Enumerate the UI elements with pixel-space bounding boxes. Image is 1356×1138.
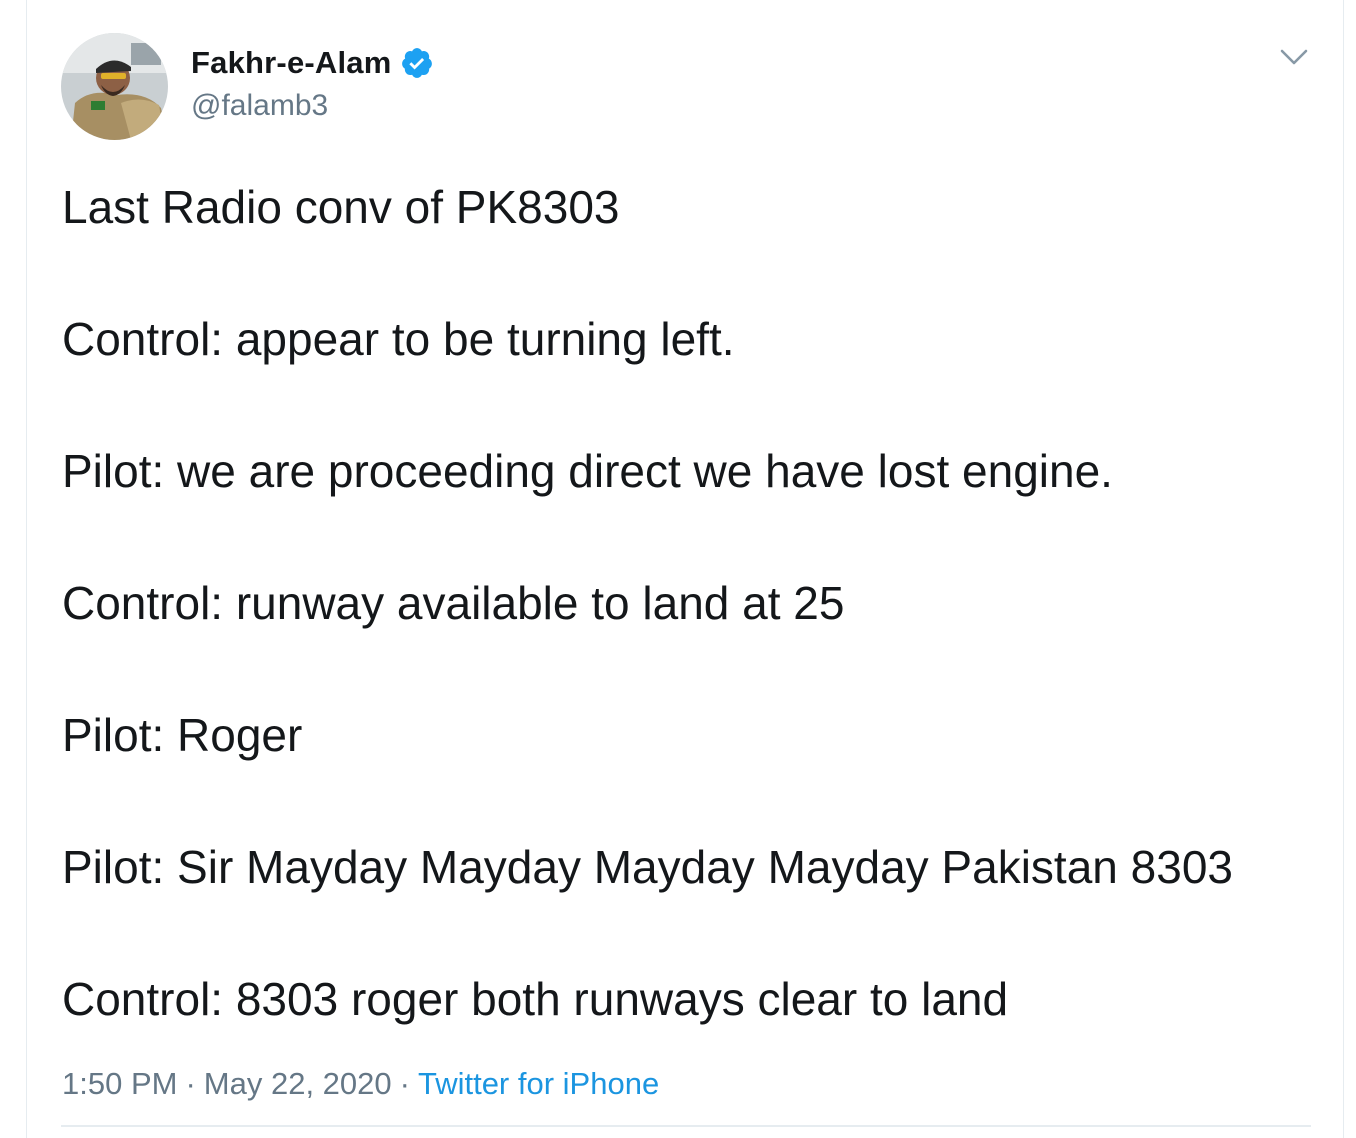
divider: [61, 1125, 1311, 1127]
tweet-line: Pilot: Sir Mayday Mayday Mayday Mayday P…: [62, 841, 1233, 893]
tweet-line: Control: appear to be turning left.: [62, 313, 735, 365]
author-display-name[interactable]: Fakhr-e-Alam: [191, 45, 392, 81]
tweet-line-title: Last Radio conv of PK8303: [62, 181, 620, 233]
avatar[interactable]: [61, 33, 168, 140]
tweet-metadata: 1:50 PM · May 22, 2020 · Twitter for iPhone: [62, 1066, 659, 1102]
tweet-line: Control: 8303 roger both runways clear t…: [62, 973, 1009, 1025]
tweet-time[interactable]: 1:50 PM: [62, 1066, 177, 1101]
tweet-line: Pilot: Roger: [62, 709, 303, 761]
meta-separator: ·: [399, 1066, 410, 1101]
author-name-row[interactable]: Fakhr-e-Alam: [191, 43, 434, 83]
meta-separator: ·: [185, 1066, 196, 1101]
tweet-line: Pilot: we are proceeding direct we have …: [62, 445, 1113, 497]
avatar-photo-icon: [61, 33, 168, 140]
tweet-card: Fakhr-e-Alam @falamb3 Last Radio conv of…: [26, 0, 1344, 1138]
tweet-line: Control: runway available to land at 25: [62, 577, 845, 629]
tweet-text: Last Radio conv of PK8303 Control: appea…: [62, 177, 1332, 1101]
verified-badge-icon: [401, 48, 432, 78]
author-handle[interactable]: @falamb3: [191, 89, 328, 123]
chevron-down-icon[interactable]: [1279, 45, 1309, 69]
tweet-date[interactable]: May 22, 2020: [204, 1066, 392, 1101]
tweet-source-link[interactable]: Twitter for iPhone: [418, 1066, 659, 1101]
